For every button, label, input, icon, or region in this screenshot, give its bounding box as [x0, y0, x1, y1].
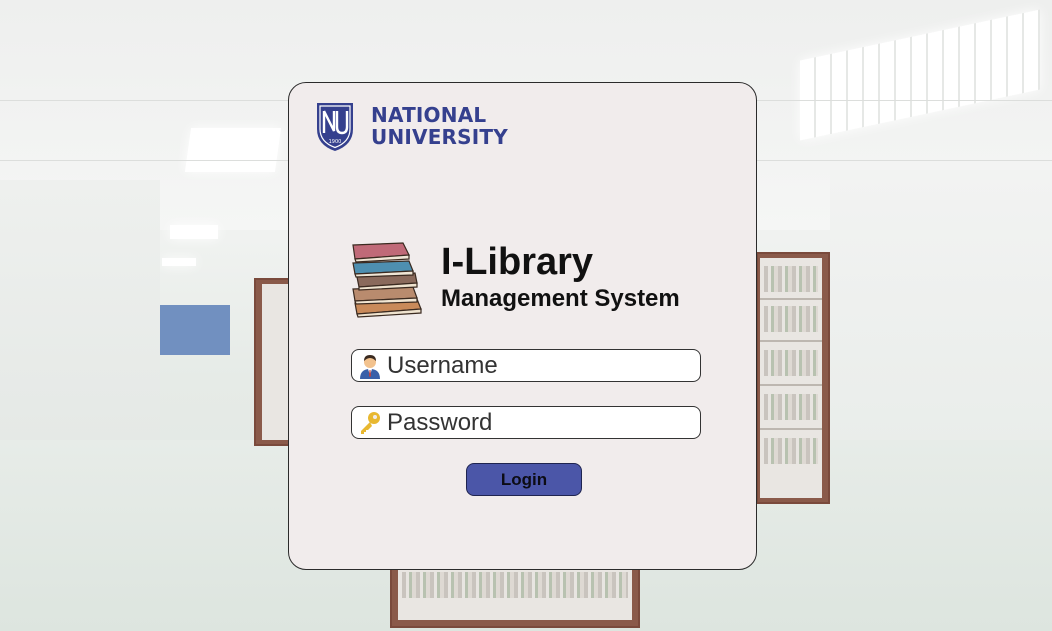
ceiling-light	[184, 128, 282, 172]
university-shield-icon: 1900	[317, 103, 353, 151]
login-card: 1900 NATIONAL UNIVERSITY I-Library Manag…	[288, 82, 757, 570]
password-input[interactable]	[387, 408, 687, 437]
wall-sign	[160, 305, 230, 355]
app-subtitle: Management System	[441, 285, 680, 312]
password-field[interactable]	[351, 406, 701, 439]
app-title-block: I-Library Management System	[347, 237, 727, 321]
left-wall	[0, 180, 160, 470]
university-header: 1900 NATIONAL UNIVERSITY	[313, 99, 508, 153]
app-title: I-Library	[441, 241, 594, 283]
username-input[interactable]	[387, 351, 687, 380]
university-name-line2: UNIVERSITY	[371, 125, 508, 149]
bookshelf	[390, 566, 640, 628]
user-icon	[360, 354, 380, 379]
bookshelf	[756, 252, 830, 504]
login-button[interactable]: Login	[466, 463, 582, 496]
shield-year: 1900	[329, 139, 342, 145]
ceiling-light	[170, 225, 218, 239]
university-name-line1: NATIONAL	[371, 103, 487, 127]
book-stack-icon	[352, 242, 422, 318]
username-field[interactable]	[351, 349, 701, 382]
university-name: NATIONAL UNIVERSITY	[371, 104, 508, 148]
ceiling-light	[162, 258, 196, 266]
key-icon	[361, 411, 380, 434]
